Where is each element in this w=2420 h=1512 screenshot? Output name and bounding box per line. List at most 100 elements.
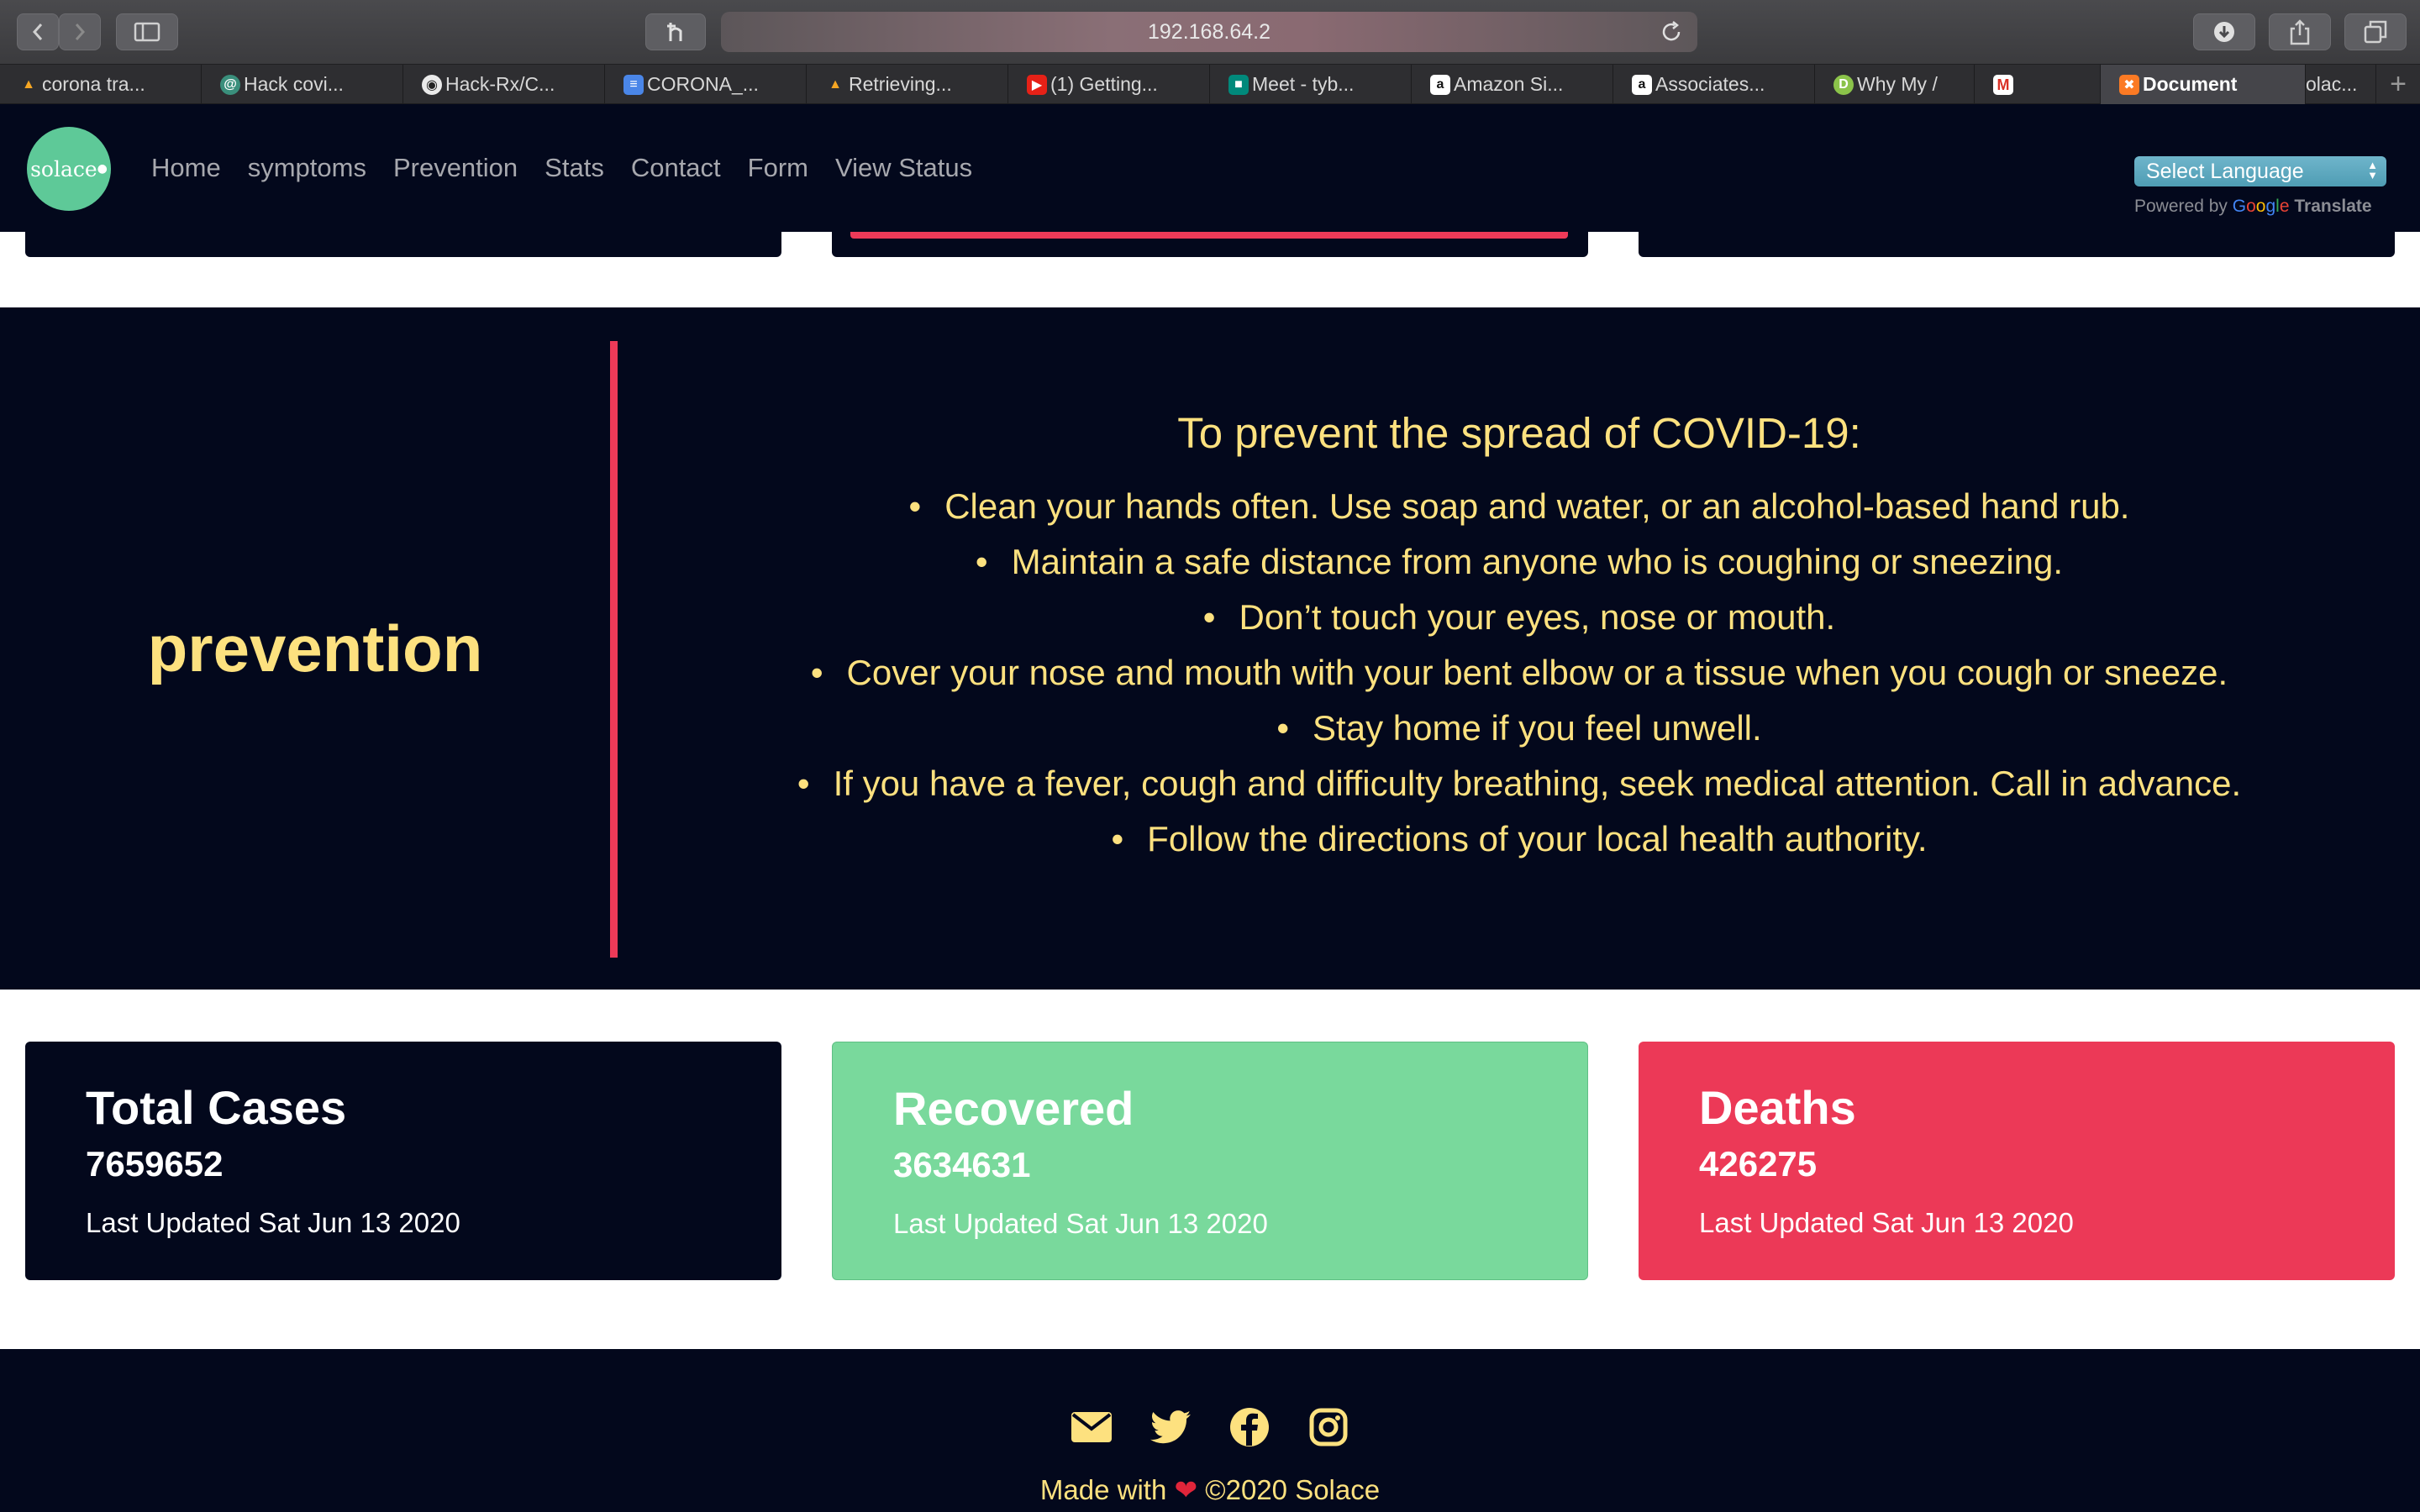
tab-label: (1) Getting...	[1050, 73, 1158, 95]
downloads-button[interactable]	[2193, 13, 2255, 50]
twitter-icon[interactable]	[1150, 1406, 1192, 1448]
download-icon	[2214, 22, 2234, 42]
stat-title: Total Cases	[86, 1081, 347, 1134]
browser-tab[interactable]: ■ Meet - tyb...	[1210, 65, 1412, 104]
instagram-icon[interactable]	[1307, 1406, 1349, 1448]
language-select-value: Select Language	[2146, 159, 2304, 183]
extension-button[interactable]	[645, 13, 706, 50]
tab-label: Hack-Rx/C...	[445, 73, 555, 95]
browser-tab[interactable]: ▲ Retrieving...	[807, 65, 1008, 104]
browser-tab[interactable]: ▲ corona tra...	[0, 65, 202, 104]
sidebar-toggle-button[interactable]	[116, 13, 178, 50]
partial-card-right	[1639, 232, 2395, 257]
new-tab-button[interactable]: +	[2376, 65, 2420, 104]
firebase-icon: ▲	[829, 77, 842, 92]
browser-tab[interactable]: ≡ CORONA_...	[605, 65, 807, 104]
amazon-icon: a	[1632, 75, 1652, 95]
browser-tab[interactable]: a Amazon Si...	[1412, 65, 1613, 104]
sidebar-icon	[134, 22, 160, 42]
list-item: If you have a fever, cough and difficult…	[618, 756, 2420, 811]
partial-card-accent-bar	[850, 232, 1568, 239]
site-footer: Made with ❤ ©2020 Solace	[0, 1349, 2420, 1512]
tab-bar: ▲ corona tra... @ Hack covi... ◉ Hack-Rx…	[0, 64, 2420, 104]
recovered-card: Recovered 3634631 Last Updated Sat Jun 1…	[832, 1042, 1588, 1280]
web-page: solace ● Home symptoms Prevention Stats C…	[0, 104, 2420, 1512]
meet-icon: ■	[1228, 75, 1249, 95]
section-divider	[610, 341, 618, 958]
youtube-icon: ▶	[1027, 75, 1047, 95]
address-bar[interactable]: 192.168.64.2	[721, 12, 1697, 52]
reload-icon[interactable]	[1660, 19, 1684, 50]
back-button[interactable]	[17, 13, 59, 50]
globe-icon: @	[220, 75, 240, 95]
translate-link[interactable]: Translate	[2294, 197, 2371, 216]
logo-text: solace	[30, 156, 97, 181]
envelope-icon[interactable]	[1071, 1406, 1113, 1448]
hook-icon	[667, 23, 682, 41]
amazon-icon: a	[1430, 75, 1450, 95]
share-button[interactable]	[2269, 13, 2331, 50]
made-with-text: Made with	[1039, 1474, 1167, 1505]
language-select[interactable]: Select Language ▲ ▼	[2134, 156, 2386, 186]
list-item: Maintain a safe distance from anyone who…	[618, 534, 2420, 590]
tab-label: Associates...	[1655, 73, 1765, 95]
nav-link-prevention[interactable]: Prevention	[393, 153, 518, 183]
browser-tab[interactable]: ▶ (1) Getting...	[1008, 65, 1210, 104]
browser-tab[interactable]: olac...	[2306, 65, 2376, 104]
tab-label: olac...	[2306, 73, 2358, 95]
stat-title: Deaths	[1699, 1081, 1856, 1134]
list-item: Follow the directions of your local heal…	[618, 811, 2420, 867]
nav-link-contact[interactable]: Contact	[631, 153, 721, 183]
social-links	[0, 1406, 2420, 1448]
heart-icon: ❤	[1174, 1474, 1198, 1505]
browser-tab-active[interactable]: ✖ Document	[2101, 65, 2306, 104]
browser-tab[interactable]: a Associates...	[1613, 65, 1815, 104]
stat-value: 3634631	[893, 1145, 1031, 1184]
stat-updated: Last Updated Sat Jun 13 2020	[893, 1208, 1268, 1239]
tab-label: corona tra...	[42, 73, 145, 95]
stat-updated: Last Updated Sat Jun 13 2020	[86, 1207, 460, 1238]
list-item: Clean your hands often. Use soap and wat…	[618, 479, 2420, 534]
nav-link-stats[interactable]: Stats	[544, 153, 604, 183]
google-logo[interactable]: Google	[2233, 197, 2290, 216]
browser-tab[interactable]: @ Hack covi...	[202, 65, 403, 104]
docs-icon: ≡	[623, 75, 644, 95]
deaths-card: Deaths 426275 Last Updated Sat Jun 13 20…	[1639, 1042, 2395, 1280]
footer-credit: Made with ❤ ©2020 Solace	[0, 1473, 2420, 1506]
chevron-left-icon	[32, 24, 43, 40]
forward-button[interactable]	[59, 13, 101, 50]
nav-link-home[interactable]: Home	[151, 153, 221, 183]
firebase-icon: ▲	[22, 77, 35, 92]
nav-link-symptoms[interactable]: symptoms	[248, 153, 366, 183]
site-logo[interactable]: solace ●	[27, 127, 111, 211]
gmail-icon: M	[1993, 75, 2013, 95]
tab-label: CORONA_...	[647, 73, 759, 95]
nav-link-view-status[interactable]: View Status	[835, 153, 972, 183]
list-item: Stay home if you feel unwell.	[618, 701, 2420, 756]
prevention-heading: prevention	[147, 611, 483, 685]
tab-label: Hack covi...	[244, 73, 344, 95]
list-item: Cover your nose and mouth with your bent…	[618, 645, 2420, 701]
browser-tab[interactable]: D Why My /	[1815, 65, 1975, 104]
nav-link-form[interactable]: Form	[748, 153, 808, 183]
browser-tab[interactable]: M	[1975, 65, 2101, 104]
prevention-title: To prevent the spread of COVID-19:	[1177, 409, 1861, 457]
github-icon: ◉	[422, 75, 442, 95]
share-icon	[2290, 19, 2310, 45]
tab-label: Retrieving...	[849, 73, 952, 95]
partial-card-left	[25, 232, 781, 257]
total-cases-card: Total Cases 7659652 Last Updated Sat Jun…	[25, 1042, 781, 1280]
stat-value: 7659652	[86, 1144, 224, 1184]
browser-tab[interactable]: ◉ Hack-Rx/C...	[403, 65, 605, 104]
tab-label: Why My /	[1857, 73, 1938, 95]
prevention-content: To prevent the spread of COVID-19: Clean…	[618, 307, 2420, 990]
stat-updated: Last Updated Sat Jun 13 2020	[1699, 1207, 2074, 1238]
tab-label: Document	[2143, 73, 2238, 95]
browser-toolbar: 192.168.64.2	[0, 0, 2420, 64]
facebook-icon[interactable]	[1228, 1406, 1270, 1448]
tabs-icon	[2364, 20, 2387, 44]
tab-overview-button[interactable]	[2344, 13, 2407, 50]
chevron-right-icon	[75, 24, 86, 40]
powered-by-text: Powered by	[2134, 197, 2228, 216]
nav-links: Home symptoms Prevention Stats Contact F…	[151, 153, 972, 183]
